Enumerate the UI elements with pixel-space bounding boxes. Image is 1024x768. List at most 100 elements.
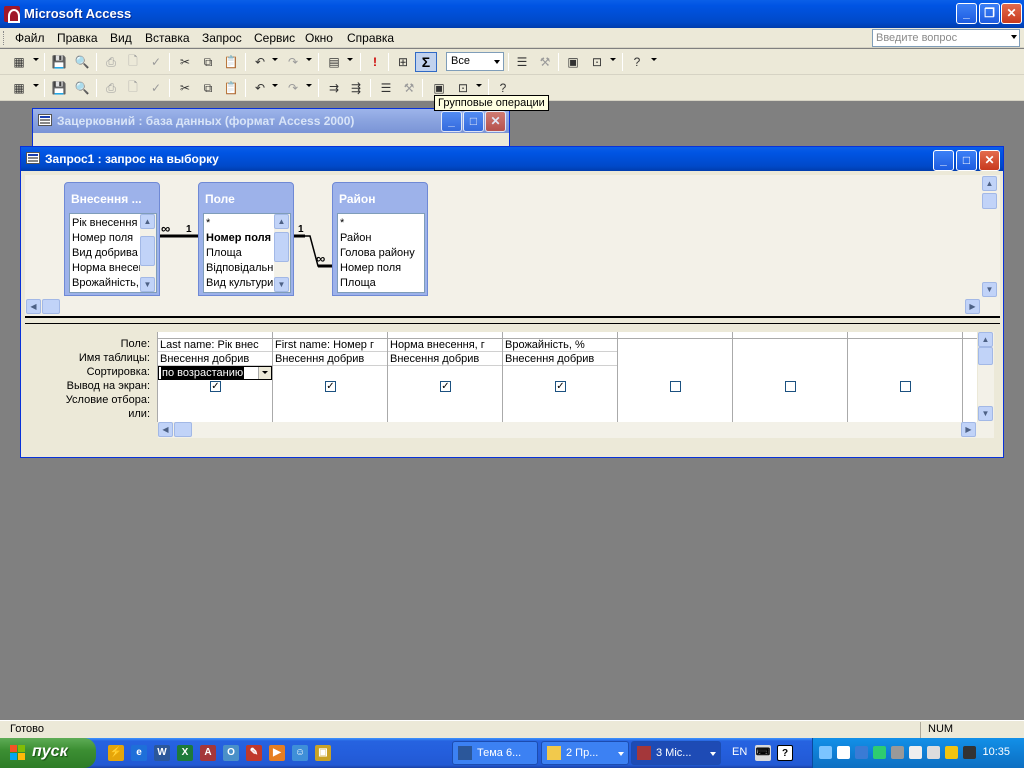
show-checkbox[interactable]: ✓ (555, 381, 566, 392)
view-dropdown-icon[interactable] (33, 58, 39, 61)
scroll-thumb[interactable] (274, 232, 289, 262)
field-item[interactable]: Район (340, 232, 424, 244)
internet-explorer-icon[interactable]: e (131, 745, 147, 761)
help-dropdown-icon[interactable] (651, 58, 657, 61)
query-type-icon[interactable]: ▤ (325, 53, 343, 71)
media-player-icon[interactable]: ▶ (269, 745, 285, 761)
builder-icon[interactable]: ⚒ (400, 79, 418, 97)
scroll-left-icon[interactable]: ◀ (158, 422, 173, 437)
fieldlist-scrollbar[interactable]: ▲ ▼ (274, 214, 290, 292)
field-item[interactable]: Вид добрива (72, 247, 140, 259)
field-item[interactable]: Врожайність, (72, 277, 140, 289)
keyboard-icon[interactable]: ⌨ (755, 745, 771, 761)
redo-icon[interactable]: ↷ (284, 79, 302, 97)
spelling-icon[interactable]: ✓ (147, 79, 165, 97)
field-item-key[interactable]: Номер поля (206, 232, 274, 244)
scroll-up-icon[interactable]: ▲ (978, 332, 993, 347)
outlook-icon[interactable]: O (223, 745, 239, 761)
scroll-right-icon[interactable]: ▶ (965, 299, 980, 314)
tray-app-icon[interactable] (891, 746, 904, 759)
scroll-thumb[interactable] (42, 299, 60, 314)
field-item[interactable]: Номер поля (340, 262, 424, 274)
db-maximize-button[interactable]: □ (463, 111, 484, 132)
show-checkbox[interactable] (670, 381, 681, 392)
new-object-dropdown-icon[interactable] (610, 58, 616, 61)
grid-field-cell[interactable]: Врожайність, % (503, 338, 617, 352)
view-grid-icon[interactable]: ▦ (10, 79, 28, 97)
minimize-button[interactable]: _ (956, 3, 977, 24)
query-type-dropdown-icon[interactable] (347, 58, 353, 61)
restore-button[interactable]: ❐ (979, 3, 1000, 24)
grid-column[interactable] (848, 332, 963, 422)
grid-field-cell[interactable]: First name: Номер г (273, 338, 387, 352)
file-search-icon[interactable]: 🔍 (73, 79, 91, 97)
grid-column[interactable]: First name: Номер г Внесення добрив ✓ (273, 332, 388, 422)
fieldlist-pole[interactable]: Поле * Номер поля Площа Відповідальн Вид… (198, 182, 294, 296)
query-maximize-button[interactable]: □ (956, 150, 977, 171)
start-button[interactable]: пуск (0, 738, 96, 768)
grid-field-cell[interactable]: Last name: Рік внес (158, 338, 272, 352)
field-item[interactable]: * (340, 217, 424, 229)
grid-hscroll[interactable]: ◀ ▶ (158, 422, 994, 438)
scroll-up-icon[interactable]: ▲ (274, 214, 289, 229)
print-preview-icon[interactable]: 🗋 (124, 79, 142, 97)
ask-question-input[interactable]: Введите вопрос (872, 29, 1020, 47)
pane-splitter[interactable] (25, 316, 1000, 324)
tray-app-icon[interactable] (909, 746, 922, 759)
tray-app-icon[interactable] (855, 746, 868, 759)
field-item[interactable]: Площа (340, 277, 424, 289)
field-item[interactable]: Номер поля (72, 232, 140, 244)
excel-icon[interactable]: X (177, 745, 193, 761)
tray-app-icon[interactable] (837, 746, 850, 759)
print-preview-icon[interactable]: 🗋 (124, 53, 142, 71)
totals-sigma-button[interactable]: Σ (415, 52, 437, 72)
grid-table-cell[interactable]: Внесення добрив (503, 352, 617, 366)
menu-query[interactable]: Запрос (202, 31, 242, 45)
language-indicator[interactable]: EN (732, 746, 747, 758)
print-icon[interactable]: ⎙ (102, 53, 120, 71)
tray-app-icon[interactable] (963, 746, 976, 759)
field-item[interactable]: Вид культури (206, 277, 274, 289)
scroll-down-icon[interactable]: ▼ (274, 277, 289, 292)
spelling-icon[interactable]: ✓ (147, 53, 165, 71)
table-pane-hscroll[interactable]: ◀ ▶ (26, 299, 982, 315)
top-values-combo[interactable]: Все (446, 52, 504, 71)
db-close-button[interactable]: ✕ (485, 111, 506, 132)
relationships-icon[interactable]: ⇉ (325, 79, 343, 97)
grid-column[interactable] (618, 332, 733, 422)
menu-grip[interactable] (3, 31, 6, 45)
field-item[interactable]: * (206, 217, 274, 229)
graphics-app-icon[interactable]: ✎ (246, 745, 262, 761)
show-checkbox[interactable]: ✓ (440, 381, 451, 392)
properties-icon[interactable]: ☰ (513, 53, 531, 71)
fieldlist-vnesennia[interactable]: Внесення ... Рік внесення Номер поля Вид… (64, 182, 160, 296)
help-icon[interactable]: ? (777, 745, 793, 761)
save-icon[interactable]: 💾 (50, 53, 68, 71)
show-checkbox[interactable] (785, 381, 796, 392)
cut-icon[interactable]: ✂ (176, 53, 194, 71)
database-window-icon[interactable]: ▣ (564, 53, 582, 71)
grid-field-cell[interactable]: Норма внесення, г (388, 338, 502, 352)
view-dropdown-icon[interactable] (33, 84, 39, 87)
field-item[interactable]: Рік внесення (72, 217, 140, 229)
tray-app-icon[interactable] (945, 746, 958, 759)
file-search-icon[interactable]: 🔍 (73, 53, 91, 71)
menu-help[interactable]: Справка (347, 31, 394, 45)
db-minimize-button[interactable]: _ (441, 111, 462, 132)
grid-column[interactable]: Норма внесення, г Внесення добрив ✓ (388, 332, 503, 422)
properties-icon[interactable]: ☰ (377, 79, 395, 97)
undo-icon[interactable]: ↶ (251, 53, 269, 71)
scroll-thumb[interactable] (140, 236, 155, 266)
print-icon[interactable]: ⎙ (102, 79, 120, 97)
grid-column[interactable] (733, 332, 848, 422)
chevron-down-icon[interactable] (494, 60, 500, 64)
save-icon[interactable]: 💾 (50, 79, 68, 97)
scroll-left-icon[interactable]: ◀ (26, 299, 41, 314)
show-table-icon[interactable]: ⊞ (394, 53, 412, 71)
chevron-down-icon[interactable] (258, 367, 271, 379)
redo-dropdown-icon[interactable] (306, 84, 312, 87)
menu-tools[interactable]: Сервис (254, 31, 295, 45)
scroll-up-icon[interactable]: ▲ (982, 176, 997, 191)
database-window[interactable]: Зацерковний : база данных (формат Access… (32, 108, 510, 148)
builder-icon[interactable]: ⚒ (536, 53, 554, 71)
